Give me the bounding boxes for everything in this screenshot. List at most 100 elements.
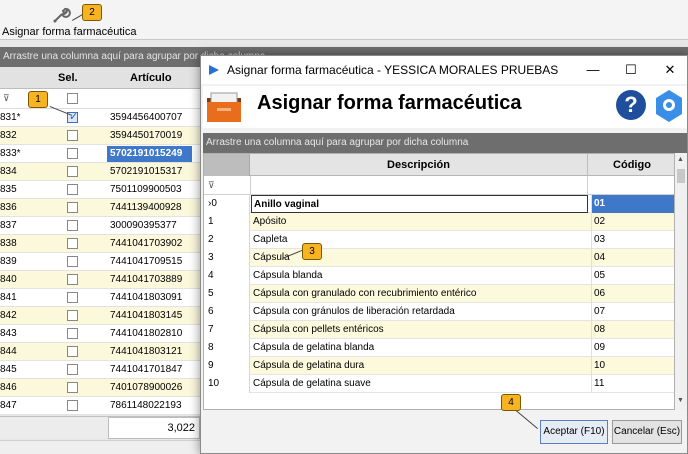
scroll-up-icon[interactable]: ▲ <box>677 156 684 163</box>
table-row[interactable]: 841 7441041803091 <box>0 289 210 307</box>
article-cell[interactable]: 7441041709515 <box>110 256 182 267</box>
table-row[interactable]: 836 7441139400928 <box>0 199 210 217</box>
description-cell[interactable]: Apósito <box>253 213 588 231</box>
table-row[interactable]: 8 Cápsula de gelatina blanda 09 <box>204 339 674 357</box>
article-cell[interactable]: 7501109900503 <box>110 184 182 195</box>
code-cell[interactable]: 01 <box>591 195 674 213</box>
article-cell[interactable]: 7441139400928 <box>110 202 182 213</box>
scroll-thumb[interactable] <box>677 169 685 183</box>
description-cell[interactable]: Cápsula blanda <box>253 267 588 285</box>
column-header-code[interactable]: Código <box>588 154 674 176</box>
vertical-scrollbar[interactable]: ▲ ▼ <box>675 153 687 410</box>
code-cell[interactable]: 04 <box>591 249 674 267</box>
table-row[interactable]: 834 5702191015317 <box>0 163 210 181</box>
table-row[interactable]: 831* 3594456400707 <box>0 109 210 127</box>
row-select-checkbox[interactable] <box>67 310 78 321</box>
description-cell[interactable]: Cápsula de gelatina suave <box>253 375 588 393</box>
scroll-down-icon[interactable]: ▼ <box>677 397 684 404</box>
code-cell[interactable]: 06 <box>591 285 674 303</box>
table-row[interactable]: 832 3594450170019 <box>0 127 210 145</box>
description-cell[interactable]: Cápsula con pellets entéricos <box>253 321 588 339</box>
forms-filter-row[interactable]: ⊽ <box>204 176 674 195</box>
article-cell[interactable]: 3594456400707 <box>110 112 182 123</box>
article-cell[interactable]: 7861148022193 <box>110 400 182 411</box>
article-cell[interactable]: 300090395377 <box>110 220 177 231</box>
column-header-article[interactable]: Artículo <box>130 72 172 84</box>
table-row[interactable]: 6 Cápsula con gránulos de liberación reta… <box>204 303 674 321</box>
table-row[interactable]: 837 300090395377 <box>0 217 210 235</box>
table-row[interactable]: 842 7441041803145 <box>0 307 210 325</box>
assign-form-button[interactable]: Asignar forma farmacéutica <box>0 2 137 38</box>
article-cell[interactable]: 7441041703902 <box>110 238 182 249</box>
table-row[interactable]: 846 7401078900026 <box>0 379 210 397</box>
table-row[interactable]: 10 Cápsula de gelatina suave 11 <box>204 375 674 393</box>
row-select-checkbox[interactable] <box>67 382 78 393</box>
column-header-sel[interactable]: Sel. <box>58 72 78 84</box>
article-cell[interactable]: 7441041703889 <box>110 274 182 285</box>
cancel-button[interactable]: Cancelar (Esc) <box>612 420 682 444</box>
table-row[interactable]: 839 7441041709515 <box>0 253 210 271</box>
article-cell[interactable]: 7441041701847 <box>110 364 182 375</box>
description-cell[interactable]: Cápsula con granulado con recubrimiento … <box>253 285 588 303</box>
table-row[interactable]: 2 Capleta 03 <box>204 231 674 249</box>
table-row[interactable]: 835 7501109900503 <box>0 181 210 199</box>
table-row[interactable]: 840 7441041703889 <box>0 271 210 289</box>
help-icon[interactable]: ? <box>616 90 646 120</box>
table-row[interactable]: 843 7441041802810 <box>0 325 210 343</box>
table-row[interactable]: 833* 5702191015249 <box>0 145 210 163</box>
row-select-checkbox[interactable] <box>67 346 78 357</box>
description-filter-cell[interactable] <box>250 176 588 194</box>
row-select-checkbox[interactable] <box>67 292 78 303</box>
table-row[interactable]: 845 7441041701847 <box>0 361 210 379</box>
article-cell[interactable]: 7441041803091 <box>110 292 182 303</box>
row-select-checkbox[interactable] <box>67 274 78 285</box>
code-cell[interactable]: 03 <box>591 231 674 249</box>
code-cell[interactable]: 07 <box>591 303 674 321</box>
row-select-checkbox[interactable] <box>67 238 78 249</box>
table-row[interactable]: 4 Cápsula blanda 05 <box>204 267 674 285</box>
article-cell[interactable]: 7441041803121 <box>110 346 182 357</box>
table-row[interactable]: 5 Cápsula con granulado con recubrimiento… <box>204 285 674 303</box>
code-cell[interactable]: 09 <box>591 339 674 357</box>
code-cell[interactable]: 11 <box>591 375 674 393</box>
article-cell[interactable]: 7441041803145 <box>110 310 182 321</box>
description-cell[interactable]: Cápsula de gelatina dura <box>253 357 588 375</box>
article-cell[interactable]: 7401078900026 <box>110 382 182 393</box>
table-row[interactable]: 838 7441041703902 <box>0 235 210 253</box>
minimize-button[interactable]: — <box>578 60 608 80</box>
table-row[interactable]: 844 7441041803121 <box>0 343 210 361</box>
row-select-checkbox[interactable] <box>67 184 78 195</box>
description-cell[interactable]: Cápsula de gelatina blanda <box>253 339 588 357</box>
article-cell[interactable]: 7441041802810 <box>110 328 182 339</box>
row-select-checkbox[interactable] <box>67 220 78 231</box>
table-row[interactable]: 7 Cápsula con pellets entéricos 08 <box>204 321 674 339</box>
code-cell[interactable]: 10 <box>591 357 674 375</box>
row-select-checkbox[interactable] <box>67 328 78 339</box>
article-cell[interactable]: 3594450170019 <box>110 130 182 141</box>
row-select-checkbox[interactable] <box>67 148 78 159</box>
table-row[interactable]: 9 Cápsula de gelatina dura 10 <box>204 357 674 375</box>
article-cell[interactable]: 5702191015317 <box>110 166 182 177</box>
dialog-titlebar[interactable]: Asignar forma farmacéutica - YESSICA MOR… <box>201 56 687 84</box>
row-select-checkbox[interactable] <box>67 166 78 177</box>
close-button[interactable]: ✕ <box>655 60 685 80</box>
description-cell[interactable]: Cápsula con gránulos de liberación retar… <box>253 303 588 321</box>
article-cell[interactable]: 5702191015249 <box>107 146 192 162</box>
code-cell[interactable]: 05 <box>591 267 674 285</box>
row-select-checkbox[interactable] <box>67 256 78 267</box>
row-select-checkbox[interactable] <box>67 130 78 141</box>
description-cell[interactable]: Anillo vaginal <box>251 195 588 213</box>
row-select-checkbox[interactable] <box>67 400 78 411</box>
select-all-checkbox[interactable] <box>67 93 78 104</box>
table-row[interactable]: ›0 Anillo vaginal 01 <box>204 195 674 213</box>
table-row[interactable]: 847 7861148022193 <box>0 397 210 415</box>
row-select-checkbox[interactable] <box>67 202 78 213</box>
column-header-description[interactable]: Descripción <box>250 154 588 176</box>
code-cell[interactable]: 08 <box>591 321 674 339</box>
maximize-button[interactable]: ☐ <box>616 60 646 80</box>
table-row[interactable]: 1 Apósito 02 <box>204 213 674 231</box>
table-row[interactable]: 3 Cápsula 04 <box>204 249 674 267</box>
row-select-checkbox[interactable] <box>67 364 78 375</box>
accept-button[interactable]: Aceptar (F10) <box>540 420 608 444</box>
code-cell[interactable]: 02 <box>591 213 674 231</box>
